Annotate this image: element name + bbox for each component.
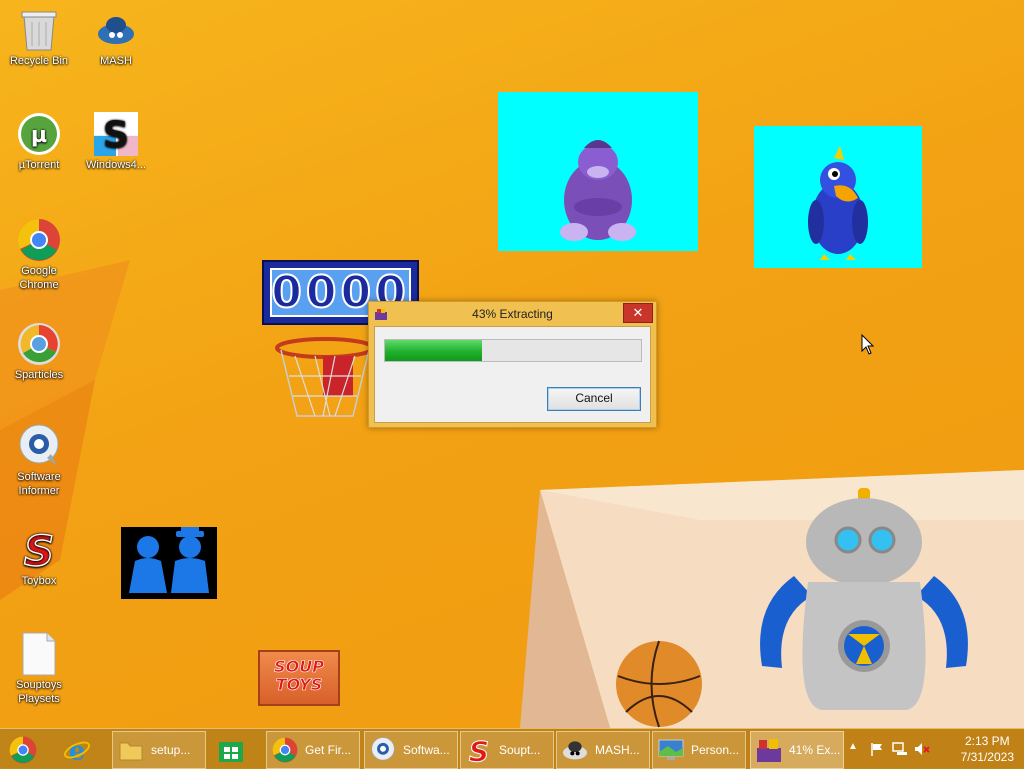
desktop-icon-sparticles[interactable]: Sparticles bbox=[1, 322, 77, 382]
utorrent-icon: µ bbox=[17, 112, 61, 156]
desktop-icon-google-chrome[interactable]: Google Chrome bbox=[1, 218, 77, 292]
hoop-icon bbox=[275, 337, 375, 417]
desktop-icon-utorrent[interactable]: µ µTorrent bbox=[1, 112, 77, 172]
desktop-icon-windows4[interactable]: S Windows4... bbox=[78, 112, 154, 172]
desktop-icon-mash[interactable]: MASH bbox=[78, 8, 154, 68]
close-button[interactable]: ✕ bbox=[623, 303, 653, 323]
software-informer-icon bbox=[17, 424, 61, 468]
cancel-button[interactable]: Cancel bbox=[547, 387, 641, 411]
desktop-icon-toybox[interactable]: S Toybox bbox=[1, 528, 77, 588]
dialog-body: Cancel bbox=[374, 326, 651, 423]
chrome-icon bbox=[271, 736, 299, 764]
robot-toy[interactable] bbox=[752, 486, 976, 716]
folder-icon bbox=[117, 736, 145, 764]
basketball-icon bbox=[616, 640, 702, 728]
extracting-dialog: 43% Extracting ✕ Cancel bbox=[368, 301, 657, 428]
clock-date: 7/31/2023 bbox=[960, 750, 1014, 764]
taskbar-get-firefox[interactable]: Get Fir... bbox=[266, 731, 360, 769]
internet-explorer-icon: e bbox=[63, 735, 91, 765]
souptoys-icon: S bbox=[465, 736, 493, 764]
couple-toy[interactable] bbox=[121, 527, 217, 599]
recycle-bin-icon bbox=[17, 8, 61, 52]
taskbar: e setup... Get Fir... Softwa... S Soupt.… bbox=[0, 728, 1024, 769]
desktop-icon-recycle-bin[interactable]: Recycle Bin bbox=[1, 8, 77, 68]
mash-icon bbox=[94, 8, 138, 52]
document-icon bbox=[17, 632, 61, 676]
close-icon: ✕ bbox=[632, 305, 644, 320]
svg-text:S: S bbox=[24, 528, 54, 572]
robot-icon bbox=[760, 488, 968, 710]
taskbar-extracting[interactable]: 41% Ex... bbox=[750, 731, 844, 769]
sparticles-icon bbox=[17, 322, 61, 366]
svg-text:e: e bbox=[69, 735, 86, 765]
svg-text:µ: µ bbox=[31, 123, 47, 148]
store-icon bbox=[217, 736, 245, 764]
gorilla-toy[interactable] bbox=[498, 92, 698, 251]
desktop-icon-souptoys-playsets[interactable]: Souptoys Playsets bbox=[1, 632, 77, 706]
taskbar-store[interactable] bbox=[212, 731, 260, 769]
couple-icon bbox=[129, 527, 209, 593]
progress-fill bbox=[385, 340, 483, 361]
chrome-icon bbox=[17, 218, 61, 262]
gorilla-icon bbox=[560, 140, 636, 241]
basketball-hoop-toy[interactable] bbox=[275, 336, 375, 428]
taskbar-mash[interactable]: MASH... bbox=[556, 731, 650, 769]
clock[interactable]: 2:13 PM 7/31/2023 bbox=[961, 733, 1014, 765]
bird-icon bbox=[808, 146, 868, 260]
toybox-icon: S bbox=[17, 528, 61, 572]
svg-text:S: S bbox=[103, 113, 129, 156]
desktop-icon-software-informer[interactable]: Software Informer bbox=[1, 424, 77, 498]
extract-icon bbox=[755, 736, 783, 764]
basketball-toy[interactable] bbox=[614, 640, 704, 728]
show-hidden-icons-chevron-icon[interactable]: ▲ bbox=[848, 741, 858, 752]
progress-bar bbox=[384, 339, 642, 362]
volume-muted-icon[interactable] bbox=[914, 742, 930, 756]
mouse-cursor-icon bbox=[861, 334, 875, 355]
system-tray: ▲ 2:13 PM 7/31/2023 bbox=[846, 729, 1024, 769]
taskbar-chrome-pinned[interactable] bbox=[4, 731, 52, 769]
svg-text:S: S bbox=[469, 736, 489, 764]
software-informer-icon bbox=[369, 736, 397, 764]
mash-icon bbox=[561, 736, 589, 764]
dialog-title: 43% Extracting bbox=[472, 307, 553, 321]
chrome-pinned-icon bbox=[9, 736, 37, 764]
soup-toys-logo[interactable]: SOUP TOYS bbox=[258, 650, 340, 706]
soup-toys-logo-text: SOUP TOYS bbox=[274, 657, 324, 694]
taskbar-setup[interactable]: setup... bbox=[112, 731, 206, 769]
dialog-titlebar[interactable]: 43% Extracting ✕ bbox=[369, 302, 656, 326]
bird-toy[interactable] bbox=[754, 126, 922, 268]
taskbar-internet-explorer[interactable]: e bbox=[58, 731, 106, 769]
clock-time: 2:13 PM bbox=[964, 734, 1010, 748]
personalize-icon bbox=[657, 736, 685, 764]
action-center-flag-icon[interactable] bbox=[870, 742, 884, 756]
taskbar-personalize[interactable]: Person... bbox=[652, 731, 746, 769]
windows4-icon: S bbox=[94, 112, 138, 156]
network-icon[interactable] bbox=[892, 742, 908, 756]
taskbar-software-informer[interactable]: Softwa... bbox=[364, 731, 458, 769]
taskbar-souptoys[interactable]: S Soupt... bbox=[460, 731, 554, 769]
